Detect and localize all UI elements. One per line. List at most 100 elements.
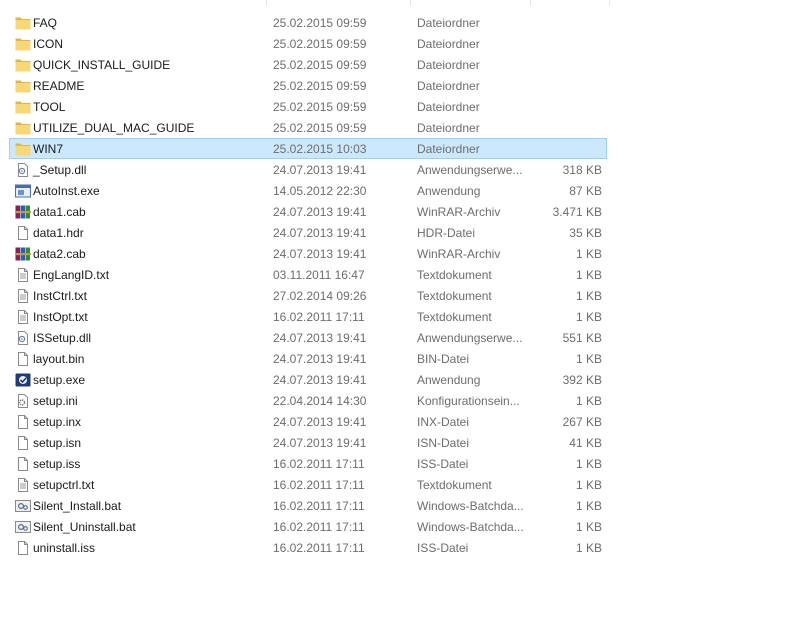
file-size: 1 KB bbox=[575, 457, 602, 471]
file-icon bbox=[15, 436, 31, 450]
file-size: 87 KB bbox=[569, 184, 602, 198]
file-modified-date: 03.11.2011 16:47 bbox=[273, 268, 365, 282]
file-modified-date: 24.07.2013 19:41 bbox=[273, 163, 367, 177]
file-name: InstCtrl.txt bbox=[33, 289, 88, 303]
file-modified-date: 24.07.2013 19:41 bbox=[273, 436, 367, 450]
file-row[interactable]: uninstall.iss 16.02.2011 17:11 ISS-Datei 1 … bbox=[9, 537, 607, 558]
file-row[interactable]: layout.bin 24.07.2013 19:41 BIN-Datei 1 KB bbox=[9, 348, 607, 369]
folder-row[interactable]: UTILIZE_DUAL_MAC_GUIDE 25.02.2015 09:59 Da… bbox=[9, 117, 607, 138]
file-name: ISSetup.dll bbox=[33, 331, 92, 345]
file-row[interactable]: data1.hdr 24.07.2013 19:41 HDR-Datei 35 KB bbox=[9, 222, 607, 243]
column-header-strip bbox=[0, 0, 610, 6]
file-modified-date: 24.07.2013 19:41 bbox=[273, 247, 367, 261]
file-row[interactable]: data1.cab 24.07.2013 19:41 WinRAR-Archiv 3.… bbox=[9, 201, 607, 222]
file-size: 41 KB bbox=[569, 436, 602, 450]
file-row[interactable]: setup.iss 16.02.2011 17:11 ISS-Datei 1 KB bbox=[9, 453, 607, 474]
text-file-icon bbox=[15, 268, 31, 282]
folder-row[interactable]: WIN7 25.02.2015 10:03 Dateiordner bbox=[9, 138, 607, 159]
file-type: Anwendungserwe... bbox=[417, 331, 523, 345]
column-divider[interactable] bbox=[410, 0, 411, 6]
file-modified-date: 25.02.2015 09:59 bbox=[273, 121, 367, 135]
file-row[interactable]: InstOpt.txt 16.02.2011 17:11 Textdokument 1… bbox=[9, 306, 607, 327]
file-type: WinRAR-Archiv bbox=[417, 205, 501, 219]
file-row[interactable]: AutoInst.exe 14.05.2012 22:30 Anwendung 87 … bbox=[9, 180, 607, 201]
file-name: README bbox=[33, 79, 85, 93]
file-row[interactable]: _Setup.dll 24.07.2013 19:41 Anwendungserwe… bbox=[9, 159, 607, 180]
file-row[interactable]: setup.exe 24.07.2013 19:41 Anwendung 392 KB bbox=[9, 369, 607, 390]
column-divider[interactable] bbox=[266, 0, 267, 6]
file-row[interactable]: setup.inx 24.07.2013 19:41 INX-Datei 267 KB bbox=[9, 411, 607, 432]
text-file-icon bbox=[15, 289, 31, 303]
file-size: 1 KB bbox=[575, 394, 602, 408]
file-modified-date: 24.07.2013 19:41 bbox=[273, 205, 367, 219]
file-row[interactable]: data2.cab 24.07.2013 19:41 WinRAR-Archiv 1 … bbox=[9, 243, 607, 264]
column-divider[interactable] bbox=[530, 0, 531, 6]
file-row[interactable]: setupctrl.txt 16.02.2011 17:11 Textdokumen… bbox=[9, 474, 607, 495]
file-type: Textdokument bbox=[417, 289, 492, 303]
file-row[interactable]: setup.isn 24.07.2013 19:41 ISN-Datei 41 KB bbox=[9, 432, 607, 453]
folder-row[interactable]: ICON 25.02.2015 09:59 Dateiordner bbox=[9, 33, 607, 54]
file-type: Anwendung bbox=[417, 373, 481, 387]
folder-row[interactable]: TOOL 25.02.2015 09:59 Dateiordner bbox=[9, 96, 607, 117]
file-type: Windows-Batchda... bbox=[417, 520, 524, 534]
file-type: ISS-Datei bbox=[417, 541, 469, 555]
file-type: Anwendung bbox=[417, 184, 481, 198]
file-icon bbox=[15, 541, 31, 555]
file-modified-date: 16.02.2011 17:11 bbox=[273, 478, 365, 492]
file-row[interactable]: Silent_Uninstall.bat 16.02.2011 17:11 Wind… bbox=[9, 516, 607, 537]
file-name: setup.ini bbox=[33, 394, 78, 408]
file-type: INX-Datei bbox=[417, 415, 470, 429]
file-type: Dateiordner bbox=[417, 16, 480, 30]
file-name: uninstall.iss bbox=[33, 541, 96, 555]
folder-icon bbox=[15, 37, 31, 51]
file-size: 1 KB bbox=[575, 478, 602, 492]
folder-row[interactable]: QUICK_INSTALL_GUIDE 25.02.2015 09:59 Datei… bbox=[9, 54, 607, 75]
file-type: Windows-Batchda... bbox=[417, 499, 524, 513]
file-size: 35 KB bbox=[569, 226, 602, 240]
folder-icon bbox=[15, 79, 31, 93]
file-name: setup.iss bbox=[33, 457, 81, 471]
file-modified-date: 25.02.2015 09:59 bbox=[273, 37, 367, 51]
folder-icon bbox=[15, 100, 31, 114]
file-modified-date: 14.05.2012 22:30 bbox=[273, 184, 367, 198]
folder-row[interactable]: README 25.02.2015 09:59 Dateiordner bbox=[9, 75, 607, 96]
file-modified-date: 22.04.2014 14:30 bbox=[273, 394, 367, 408]
file-type: Dateiordner bbox=[417, 142, 480, 156]
file-size: 1 KB bbox=[575, 352, 602, 366]
file-name: TOOL bbox=[33, 100, 66, 114]
file-type: Dateiordner bbox=[417, 100, 480, 114]
file-name: WIN7 bbox=[33, 142, 63, 156]
folder-icon bbox=[15, 16, 31, 30]
file-row[interactable]: InstCtrl.txt 27.02.2014 09:26 Textdokument… bbox=[9, 285, 607, 306]
file-row[interactable]: setup.ini 22.04.2014 14:30 Konfigurationse… bbox=[9, 390, 607, 411]
file-name: EngLangID.txt bbox=[33, 268, 110, 282]
file-type: ISN-Datei bbox=[417, 436, 470, 450]
file-name: FAQ bbox=[33, 16, 58, 30]
file-size: 551 KB bbox=[562, 331, 602, 345]
file-type: Dateiordner bbox=[417, 79, 480, 93]
file-name: InstOpt.txt bbox=[33, 310, 88, 324]
file-icon bbox=[15, 415, 31, 429]
file-type: Dateiordner bbox=[417, 37, 480, 51]
file-size: 1 KB bbox=[575, 520, 602, 534]
file-name: Silent_Install.bat bbox=[33, 499, 122, 513]
file-modified-date: 27.02.2014 09:26 bbox=[273, 289, 367, 303]
file-name: Silent_Uninstall.bat bbox=[33, 520, 136, 534]
column-divider[interactable] bbox=[609, 0, 610, 6]
file-list: FAQ 25.02.2015 09:59 Dateiordner ICON 25.02.… bbox=[9, 12, 607, 558]
file-row[interactable]: ISSetup.dll 24.07.2013 19:41 Anwendungserw… bbox=[9, 327, 607, 348]
file-row[interactable]: EngLangID.txt 03.11.2011 16:47 Textdokumen… bbox=[9, 264, 607, 285]
file-size: 1 KB bbox=[575, 499, 602, 513]
file-type: Textdokument bbox=[417, 478, 492, 492]
file-icon bbox=[15, 352, 31, 366]
file-modified-date: 25.02.2015 09:59 bbox=[273, 58, 367, 72]
file-name: QUICK_INSTALL_GUIDE bbox=[33, 58, 171, 72]
folder-row[interactable]: FAQ 25.02.2015 09:59 Dateiordner bbox=[9, 12, 607, 33]
file-modified-date: 24.07.2013 19:41 bbox=[273, 415, 367, 429]
file-modified-date: 24.07.2013 19:41 bbox=[273, 331, 367, 345]
file-row[interactable]: Silent_Install.bat 16.02.2011 17:11 Window… bbox=[9, 495, 607, 516]
file-type: ISS-Datei bbox=[417, 457, 469, 471]
file-type: Dateiordner bbox=[417, 121, 480, 135]
file-size: 1 KB bbox=[575, 247, 602, 261]
file-name: UTILIZE_DUAL_MAC_GUIDE bbox=[33, 121, 195, 135]
